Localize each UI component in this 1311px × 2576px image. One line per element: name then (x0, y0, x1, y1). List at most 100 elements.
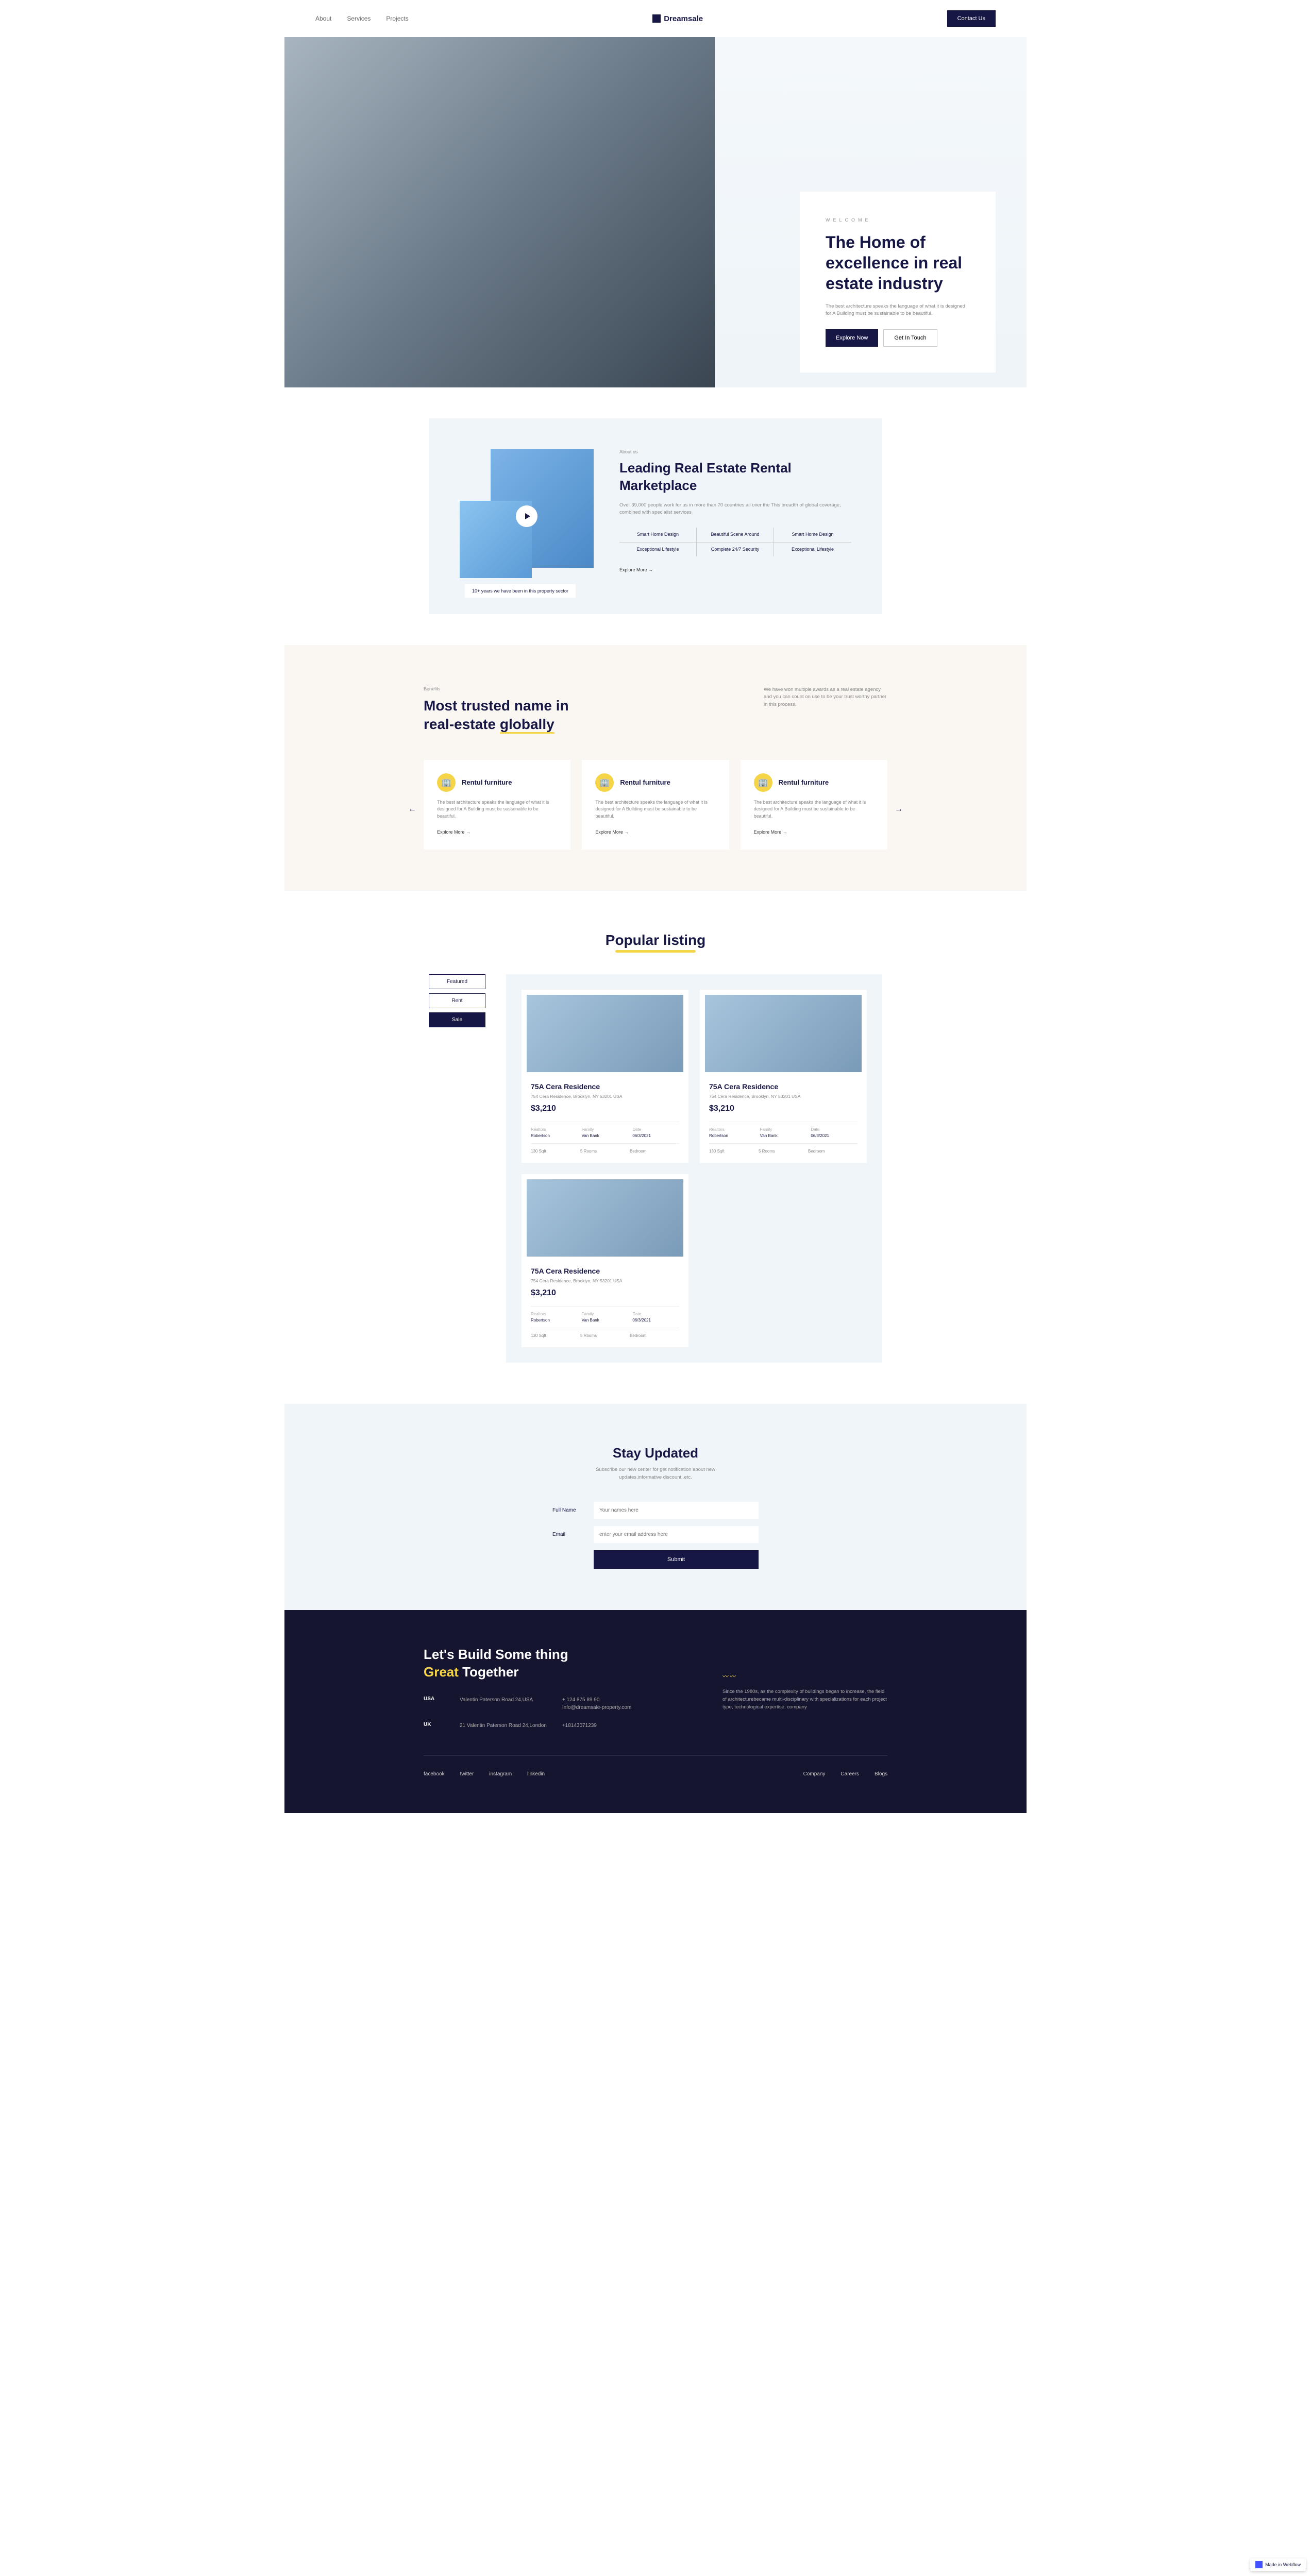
hero-box: WELCOME The Home of excellence in real e… (800, 192, 996, 372)
about-desc: Over 39,000 people work for us in more t… (619, 502, 851, 517)
feature-cell: Complete 24/7 Security (697, 543, 774, 557)
listing-price: $3,210 (531, 1104, 679, 1113)
listing-title: Popular listing (606, 932, 705, 948)
listing-address: 754 Cera Residence, Brooklyn, NY 53201 U… (709, 1094, 858, 1099)
hero-title: The Home of excellence in real estate in… (826, 232, 970, 294)
card-explore-link[interactable]: Explore More (595, 829, 629, 835)
navbar: About Services Projects Dreamsale Contac… (284, 0, 1027, 37)
listing-card[interactable]: 75A Cera Residence754 Cera Residence, Br… (700, 990, 867, 1163)
card-title: Rentul furniture (620, 778, 670, 786)
updated-title: Stay Updated (284, 1445, 1027, 1461)
footer-company[interactable]: Company (803, 1771, 826, 1777)
play-button[interactable] (516, 505, 537, 527)
slider-prev[interactable]: ← (408, 805, 416, 814)
card-desc: The best architecture speaks the languag… (754, 799, 874, 820)
listing-image (705, 995, 862, 1072)
social-twitter[interactable]: twitter (460, 1771, 474, 1777)
card-title: Rentul furniture (779, 778, 829, 786)
feature-cell: Exceptional Lifestyle (619, 543, 697, 557)
card-explore-link[interactable]: Explore More (437, 829, 470, 835)
card-desc: The best architecture speaks the languag… (437, 799, 557, 820)
addr-usa: Valentin Paterson Road 24,USA (460, 1696, 547, 1711)
phone-usa: + 124 875 89 90Info@dreamsale-property.c… (562, 1696, 649, 1711)
listing-section: Popular listing Featured Rent Sale 75A C… (284, 891, 1027, 1404)
benefit-card: 🏢 Rentul furniture The best architecture s… (741, 760, 887, 850)
phone-uk: +18143071239 (562, 1722, 649, 1730)
about-images: 10+ years we have been in this property … (460, 449, 594, 583)
feature-grid: Smart Home Design Beautiful Scene Around… (619, 528, 851, 556)
brand-icon (652, 14, 661, 23)
name-input[interactable] (594, 1502, 759, 1519)
email-input[interactable] (594, 1526, 759, 1543)
listing-card[interactable]: 75A Cera Residence754 Cera Residence, Br… (522, 990, 688, 1163)
listing-tabs: Featured Rent Sale (429, 974, 485, 1363)
listing-image (527, 995, 683, 1072)
card-title: Rentul furniture (462, 778, 512, 786)
benefit-card: 🏢 Rentul furniture The best architecture s… (424, 760, 570, 850)
listings-grid: 75A Cera Residence 754 Cera Residence, Br… (506, 974, 882, 1363)
hero-desc: The best architecture speaks the languag… (826, 303, 970, 318)
stay-updated-section: Stay Updated Subscribe our new center fo… (284, 1404, 1027, 1610)
nav-services[interactable]: Services (347, 15, 371, 22)
tab-featured[interactable]: Featured (429, 974, 485, 989)
benefits-desc: We have won multiple awards as a real es… (764, 686, 887, 708)
footer-contacts: USA Valentin Paterson Road 24,USA + 124 … (424, 1696, 649, 1730)
hero-image (284, 37, 715, 387)
listing-name: 75A Cera Residence (531, 1082, 679, 1091)
loc-uk: UK (424, 1722, 444, 1730)
submit-button[interactable]: Submit (594, 1550, 759, 1569)
footer-title: Let's Build Some thing Great Together (424, 1646, 649, 1681)
listing-card[interactable]: 75A Cera Residence 754 Cera Residence, Br… (522, 1174, 688, 1347)
listing-name: 75A Cera Residence (531, 1267, 679, 1275)
listing-image (527, 1179, 683, 1257)
updated-desc: Subscribe our new center for get notific… (589, 1466, 722, 1481)
tab-sale[interactable]: Sale (429, 1012, 485, 1027)
building-icon: 🏢 (437, 773, 456, 792)
nav-links: About Services Projects (315, 15, 409, 22)
benefits-title: Most trusted name inreal-estate globally (424, 697, 569, 734)
listing-address: 754 Cera Residence, Brooklyn, NY 53201 U… (531, 1278, 679, 1283)
get-in-touch-button[interactable]: Get In Touch (883, 329, 937, 347)
contact-button[interactable]: Contact Us (947, 10, 996, 27)
social-facebook[interactable]: facebook (424, 1771, 445, 1777)
footer-careers[interactable]: Careers (841, 1771, 859, 1777)
footer-nav: Company Careers Blogs (803, 1771, 887, 1777)
benefits-section: Benefits Most trusted name inreal-estate… (284, 645, 1027, 891)
explore-button[interactable]: Explore Now (826, 329, 878, 347)
benefit-card: 🏢 Rentul furniture The best architecture s… (582, 760, 729, 850)
listing-price: $3,210 (531, 1289, 679, 1298)
feature-cell: Smart Home Design (774, 528, 851, 543)
about-explore-link[interactable]: Explore More (619, 567, 653, 572)
benefits-cards: 🏢 Rentul furniture The best architecture s… (424, 760, 887, 850)
hero-welcome: WELCOME (826, 217, 970, 223)
footer: Let's Build Some thing Great Together US… (284, 1610, 1027, 1814)
slider-next[interactable]: → (895, 805, 903, 814)
name-label: Full Name (552, 1507, 594, 1513)
feature-cell: Smart Home Design (619, 528, 697, 543)
addr-uk: 21 Valentin Paterson Road 24,London (460, 1722, 547, 1730)
about-caption: 10+ years we have been in this property … (465, 584, 576, 598)
social-instagram[interactable]: instagram (489, 1771, 512, 1777)
building-icon: 🏢 (595, 773, 614, 792)
subscribe-form: Full Name Email Submit (552, 1502, 759, 1569)
webflow-badge[interactable]: Made in Webflow (1250, 2558, 1306, 2571)
tab-rent[interactable]: Rent (429, 993, 485, 1008)
listing-price: $3,210 (709, 1104, 858, 1113)
brand-text: Dreamsale (664, 14, 703, 23)
building-icon: 🏢 (754, 773, 772, 792)
benefits-eyebrow: Benefits (424, 686, 569, 691)
card-explore-link[interactable]: Explore More (754, 829, 787, 835)
nav-about[interactable]: About (315, 15, 331, 22)
hero: WELCOME The Home of excellence in real e… (284, 37, 1027, 387)
social-linkedin[interactable]: linkedin (527, 1771, 545, 1777)
wave-icon: 〰〰 (722, 1672, 887, 1681)
card-desc: The best architecture speaks the languag… (595, 799, 715, 820)
nav-projects[interactable]: Projects (386, 15, 408, 22)
about-eyebrow: About us (619, 449, 851, 454)
feature-cell: Beautiful Scene Around (697, 528, 774, 543)
brand[interactable]: Dreamsale (652, 14, 703, 23)
feature-cell: Exceptional Lifestyle (774, 543, 851, 557)
footer-blogs[interactable]: Blogs (875, 1771, 887, 1777)
loc-usa: USA (424, 1696, 444, 1711)
email-label: Email (552, 1532, 594, 1537)
